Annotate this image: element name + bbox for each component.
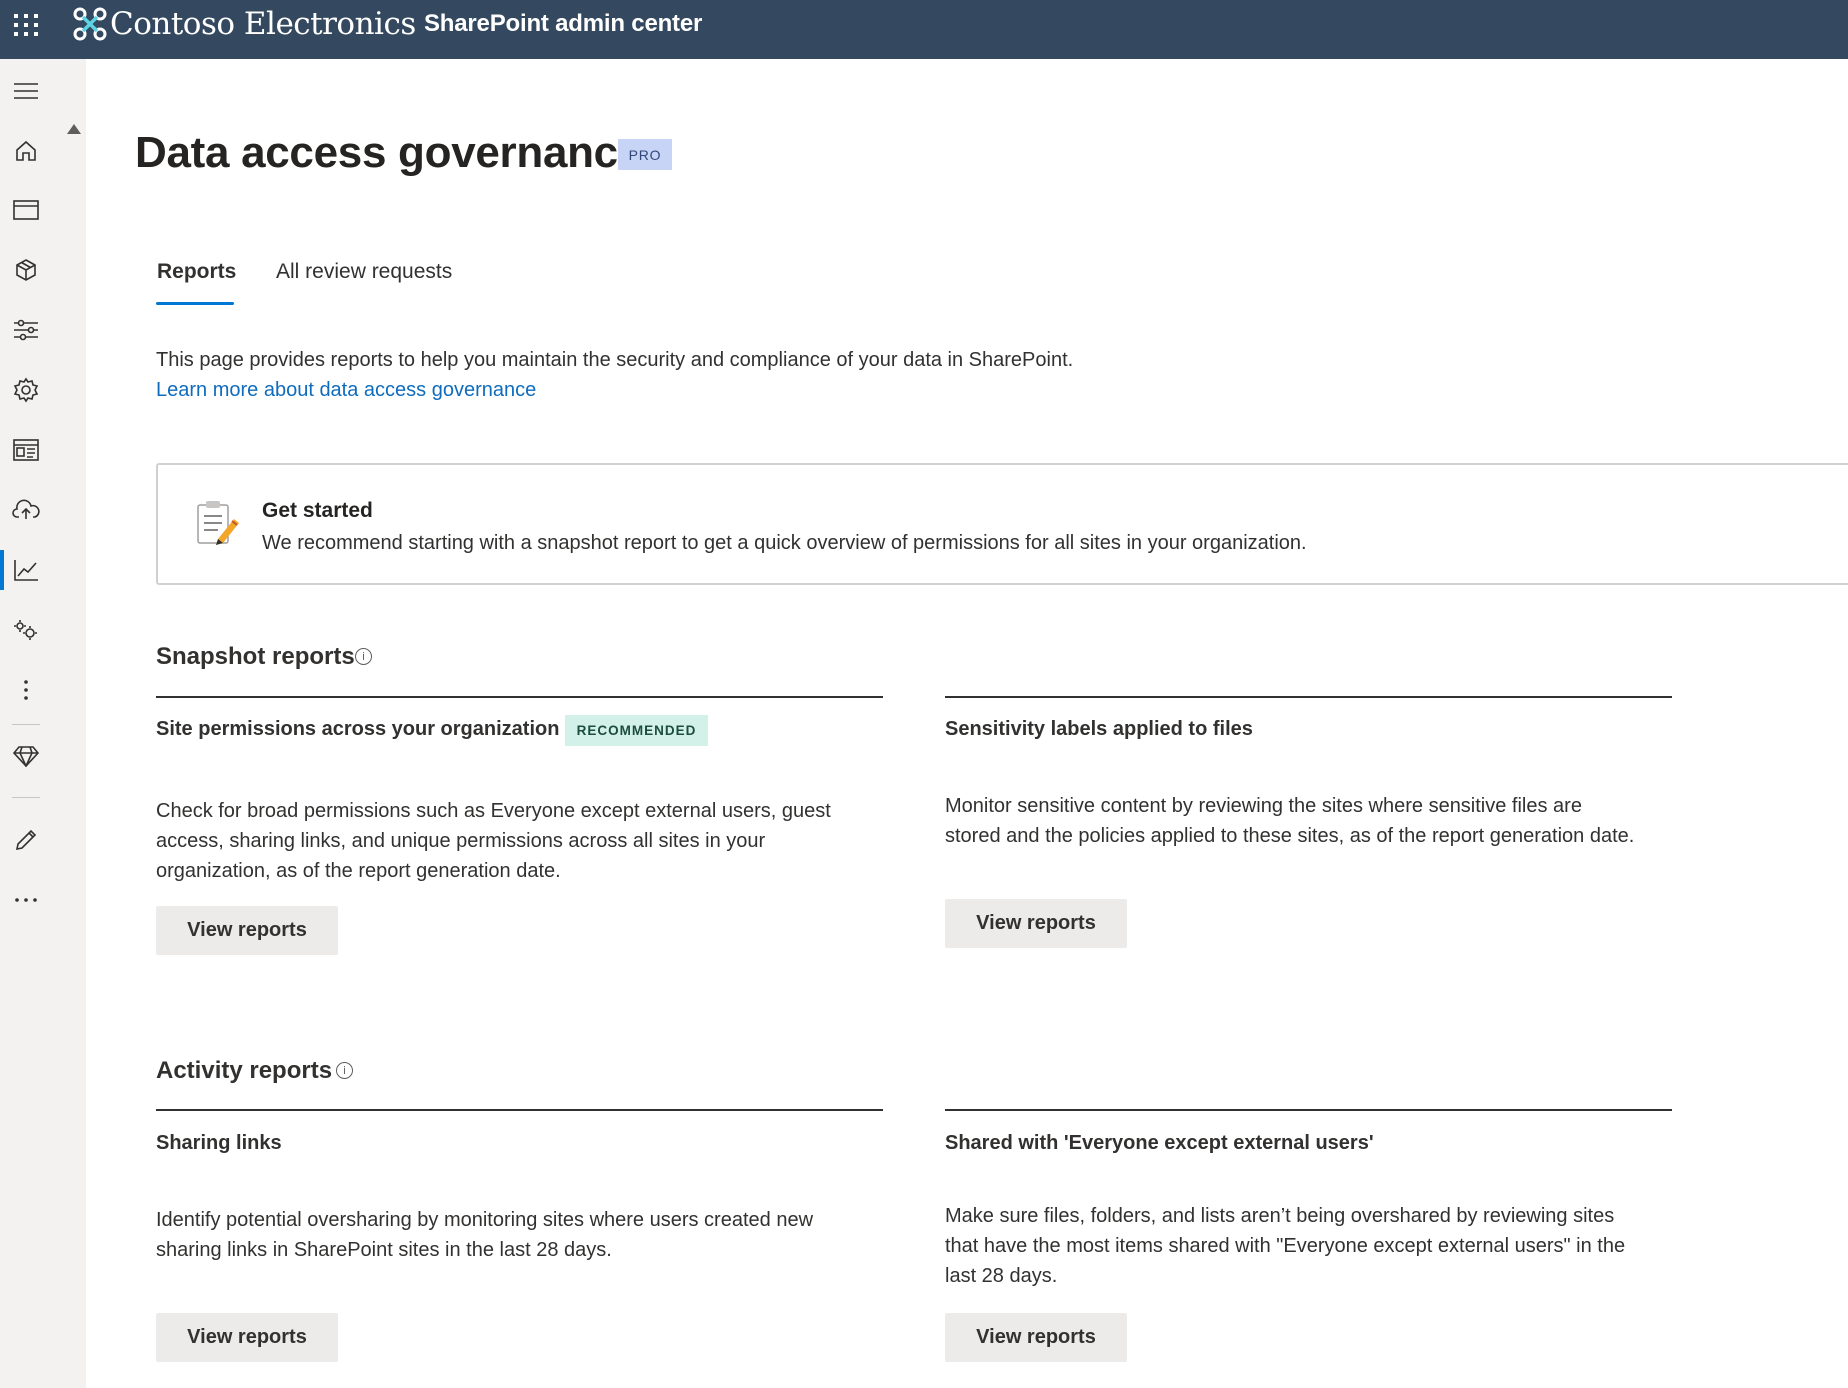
activity-info-icon[interactable]: i <box>336 1062 353 1079</box>
reports-icon[interactable] <box>10 554 42 586</box>
ellipsis-icon[interactable] <box>10 884 42 916</box>
card-title-sensitivity-labels: Sensitivity labels applied to files <box>945 718 1253 740</box>
card-description-sensitivity-labels: Monitor sensitive content by reviewing t… <box>945 795 1635 847</box>
view-reports-button[interactable]: View reports <box>945 1313 1127 1362</box>
sites-icon[interactable] <box>10 194 42 226</box>
card-title-sharing-links: Sharing links <box>156 1132 282 1154</box>
content-services-icon[interactable] <box>10 434 42 466</box>
scrollbar-track[interactable] <box>62 59 86 1388</box>
nav-divider <box>12 797 40 798</box>
org-logo[interactable]: Contoso Electronics <box>72 6 416 42</box>
page-title: Data access governance <box>135 128 643 177</box>
card-title-shared-with-everyone: Shared with 'Everyone except external us… <box>945 1132 1374 1154</box>
contoso-logo-icon <box>73 7 107 41</box>
cube-icon[interactable] <box>10 254 42 286</box>
card-description-sharing-links: Identify potential oversharing by monito… <box>156 1209 814 1261</box>
migration-icon[interactable] <box>10 494 42 526</box>
tab-reports[interactable]: Reports <box>157 260 236 284</box>
view-reports-button[interactable]: View reports <box>156 1313 338 1362</box>
card-divider <box>945 696 1672 698</box>
card-divider <box>156 1109 883 1111</box>
top-bar: Contoso Electronics SharePoint admin cen… <box>0 0 1848 59</box>
tab-all-review-requests[interactable]: All review requests <box>276 260 452 284</box>
snapshot-reports-heading: Snapshot reports <box>156 643 355 670</box>
more-vertical-icon[interactable] <box>10 674 42 706</box>
pro-badge: PRO <box>618 139 672 170</box>
learn-more-link[interactable]: Learn more about data access governance <box>156 379 536 402</box>
menu-icon[interactable] <box>10 75 42 107</box>
card-description-site-permissions: Check for broad permissions such as Ever… <box>156 800 831 882</box>
policies-icon[interactable] <box>10 314 42 346</box>
get-started-text: We recommend starting with a snapshot re… <box>262 532 1307 554</box>
diamond-icon[interactable] <box>10 740 42 772</box>
activity-reports-heading: Activity reports <box>156 1057 333 1084</box>
view-reports-button[interactable]: View reports <box>156 906 338 955</box>
card-title-site-permissions: Site permissions across your organizatio… <box>156 718 560 740</box>
advanced-management-icon[interactable] <box>10 614 42 646</box>
org-name: Contoso Electronics <box>110 6 416 42</box>
left-nav-rail <box>0 59 62 1388</box>
settings-icon[interactable] <box>10 374 42 406</box>
nav-divider <box>12 724 40 725</box>
card-divider <box>945 1109 1672 1111</box>
active-nav-indicator <box>0 550 4 590</box>
home-icon[interactable] <box>10 135 42 167</box>
selected-tab-indicator <box>156 302 234 305</box>
app-launcher-icon[interactable] <box>12 10 40 38</box>
get-started-title: Get started <box>262 499 373 522</box>
scroll-up-icon[interactable] <box>67 124 81 134</box>
view-reports-button[interactable]: View reports <box>945 899 1127 948</box>
get-started-card: Get started We recommend starting with a… <box>156 463 1848 585</box>
edit-icon[interactable] <box>10 824 42 856</box>
app-title[interactable]: SharePoint admin center <box>424 10 702 38</box>
checklist-pencil-icon <box>194 499 242 554</box>
snapshot-info-icon[interactable]: i <box>355 648 372 665</box>
card-divider <box>156 696 883 698</box>
page-description: This page provides reports to help you m… <box>156 349 1074 371</box>
recommended-badge: RECOMMENDED <box>565 715 708 746</box>
card-description-shared-with-everyone: Make sure files, folders, and lists aren… <box>945 1205 1626 1287</box>
